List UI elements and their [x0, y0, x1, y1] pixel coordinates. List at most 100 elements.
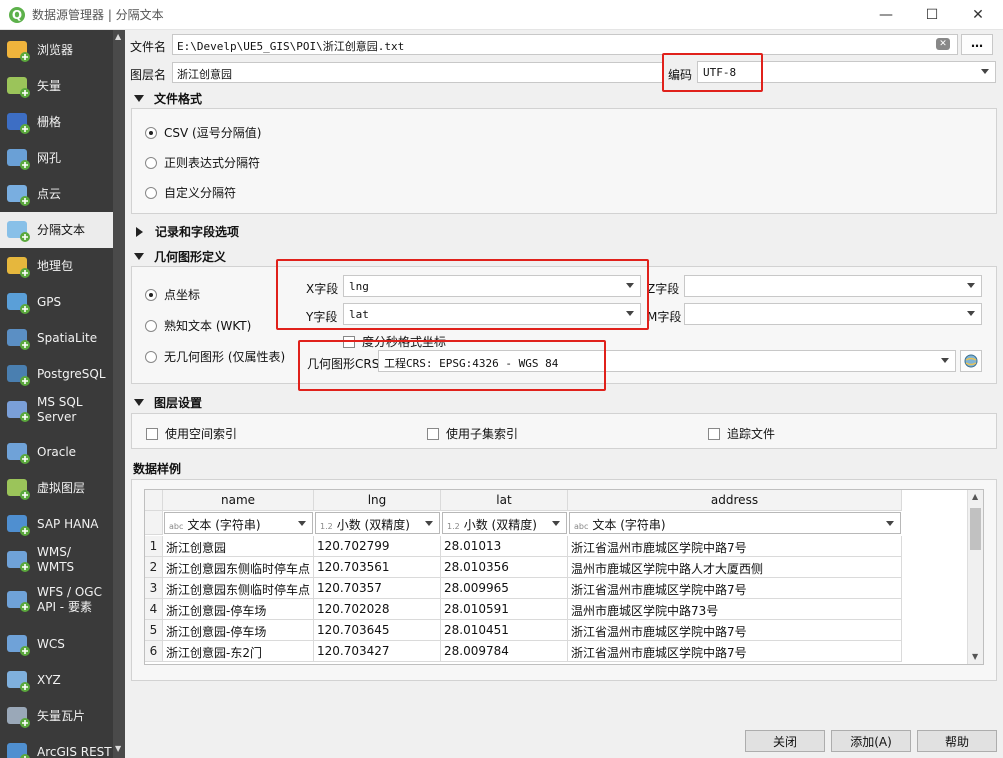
watch-file-checkbox[interactable]: 追踪文件	[708, 425, 775, 442]
dms-checkbox[interactable]: 度分秒格式坐标	[343, 333, 446, 350]
help-button[interactable]: 帮助	[917, 730, 997, 752]
column-header[interactable]: address	[568, 490, 902, 511]
table-cell[interactable]: 浙江创意园-东2门	[163, 641, 314, 662]
sidebar-item[interactable]: PostgreSQL	[0, 356, 113, 392]
radio-no-geometry[interactable]: 无几何图形 (仅属性表)	[145, 348, 285, 365]
records-header[interactable]: 记录和字段选项	[134, 223, 239, 240]
z-field-select[interactable]	[684, 275, 982, 297]
table-cell[interactable]: 120.702799	[314, 536, 441, 557]
encoding-label: 编码	[668, 68, 693, 82]
spatial-index-checkbox[interactable]: 使用空间索引	[146, 425, 237, 442]
scroll-down-icon[interactable]: ▼	[972, 652, 978, 661]
radio-regex[interactable]: 正则表达式分隔符	[145, 154, 260, 171]
radio-custom[interactable]: 自定义分隔符	[145, 184, 236, 201]
browse-button[interactable]: …	[961, 34, 993, 55]
sidebar-item[interactable]: 栅格	[0, 104, 113, 140]
table-cell[interactable]: 120.703645	[314, 620, 441, 641]
sidebar-item[interactable]: 网孔	[0, 140, 113, 176]
file-name-input[interactable]: E:\Develp\UE5_GIS\POI\浙江创意园.txt	[172, 34, 958, 55]
column-header[interactable]: name	[163, 490, 314, 511]
table-cell[interactable]: 浙江省温州市鹿城区学院中路7号	[568, 578, 902, 599]
sidebar-item[interactable]: WFS / OGC API - 要素	[0, 582, 113, 618]
table-cell[interactable]: 浙江创意园东侧临时停车点	[163, 557, 314, 578]
column-header[interactable]: lat	[441, 490, 568, 511]
radio-wkt[interactable]: 熟知文本 (WKT)	[145, 317, 251, 334]
sidebar-item[interactable]: 虚拟图层	[0, 470, 113, 506]
table-scrollbar[interactable]: ▲ ▼	[967, 490, 983, 664]
chevron-down-icon	[967, 283, 975, 288]
scroll-up-icon[interactable]: ▲	[115, 32, 123, 41]
maximize-button[interactable]: ☐	[909, 0, 955, 30]
layer-name-input[interactable]: 浙江创意园	[172, 62, 663, 83]
geometry-header[interactable]: 几何图形定义	[134, 248, 226, 265]
sidebar-item[interactable]: 浏览器	[0, 32, 113, 68]
sidebar-item[interactable]: WMS/ WMTS	[0, 542, 113, 578]
sidebar-item[interactable]: 分隔文本	[0, 212, 113, 248]
table-cell[interactable]: 浙江创意园东侧临时停车点	[163, 578, 314, 599]
table-cell[interactable]: 浙江省温州市鹿城区学院中路7号	[568, 641, 902, 662]
crs-selector-button[interactable]	[960, 350, 982, 372]
clear-icon[interactable]: ✕	[936, 38, 950, 50]
radio-dot	[145, 319, 157, 332]
table-cell[interactable]: 温州市鹿城区学院中路73号	[568, 599, 902, 620]
table-cell[interactable]: 120.702028	[314, 599, 441, 620]
field-type-select[interactable]: 1.2 小数 (双精度)	[315, 512, 440, 534]
table-cell[interactable]: 浙江省温州市鹿城区学院中路7号	[568, 536, 902, 557]
sidebar-item[interactable]: XYZ	[0, 662, 113, 698]
file-format-header[interactable]: 文件格式	[134, 90, 202, 107]
sidebar-item[interactable]: Oracle	[0, 434, 113, 470]
m-field-select[interactable]	[684, 303, 982, 325]
table-cell[interactable]: 28.010451	[441, 620, 568, 641]
column-header[interactable]: lng	[314, 490, 441, 511]
radio-dot	[145, 186, 157, 199]
sidebar-item[interactable]: WCS	[0, 626, 113, 662]
scroll-up-icon[interactable]: ▲	[972, 492, 978, 501]
qgis-logo-icon: Q	[9, 6, 25, 23]
minimize-button[interactable]: —	[863, 0, 909, 30]
y-field-select[interactable]: lat	[343, 303, 641, 325]
sidebar-item[interactable]: SpatiaLite	[0, 320, 113, 356]
field-type-select[interactable]: abc 文本 (字符串)	[569, 512, 901, 534]
crs-select[interactable]: 工程CRS: EPSG:4326 - WGS 84	[378, 350, 956, 372]
sidebar-item-label: GPS	[37, 294, 62, 309]
table-cell[interactable]: 浙江创意园	[163, 536, 314, 557]
table-cell[interactable]: 浙江创意园-停车场	[163, 599, 314, 620]
field-type-select[interactable]: 1.2 小数 (双精度)	[442, 512, 567, 534]
table-cell[interactable]: 28.01013	[441, 536, 568, 557]
table-cell[interactable]: 28.010356	[441, 557, 568, 578]
sidebar-scrollbar[interactable]: ▲ ▼	[113, 30, 125, 758]
sidebar-item[interactable]: 矢量瓦片	[0, 698, 113, 734]
table-cell[interactable]: 28.009965	[441, 578, 568, 599]
table-cell[interactable]: 浙江省温州市鹿城区学院中路7号	[568, 620, 902, 641]
table-cell[interactable]: 浙江创意园-停车场	[163, 620, 314, 641]
table-cell[interactable]: 28.009784	[441, 641, 568, 662]
subset-index-checkbox[interactable]: 使用子集索引	[427, 425, 518, 442]
sidebar-item[interactable]: 点云	[0, 176, 113, 212]
sidebar-item[interactable]: GPS	[0, 284, 113, 320]
layer-settings-header[interactable]: 图层设置	[134, 394, 202, 411]
field-type-select[interactable]: abc 文本 (字符串)	[164, 512, 313, 534]
table-cell[interactable]: 120.70357	[314, 578, 441, 599]
x-field-select[interactable]: lng	[343, 275, 641, 297]
sidebar-item[interactable]: MS SQL Server	[0, 392, 113, 428]
radio-point[interactable]: 点坐标	[145, 286, 200, 303]
table-cell[interactable]: 120.703561	[314, 557, 441, 578]
add-button[interactable]: 添加(A)	[831, 730, 911, 752]
radio-csv[interactable]: CSV (逗号分隔值)	[145, 124, 261, 141]
table-cell[interactable]: 120.703427	[314, 641, 441, 662]
sidebar-item[interactable]: ArcGIS REST	[0, 734, 113, 758]
checkbox-box	[708, 427, 720, 440]
close-window-button[interactable]: ✕	[955, 0, 1001, 30]
table-cell[interactable]: 28.010591	[441, 599, 568, 620]
table-cell[interactable]: 温州市鹿城区学院中路人才大厦西侧	[568, 557, 902, 578]
scroll-thumb[interactable]	[970, 508, 981, 550]
sidebar-item[interactable]: 地理包	[0, 248, 113, 284]
sidebar-item-label: 矢量瓦片	[37, 708, 86, 723]
encoding-select[interactable]: UTF-8	[697, 61, 996, 83]
sidebar-item[interactable]: 矢量	[0, 68, 113, 104]
sidebar-item[interactable]: SAP HANA	[0, 506, 113, 542]
collapse-icon	[134, 399, 144, 406]
close-button[interactable]: 关闭	[745, 730, 825, 752]
chevron-down-icon	[941, 358, 949, 363]
scroll-down-icon[interactable]: ▼	[115, 744, 123, 753]
